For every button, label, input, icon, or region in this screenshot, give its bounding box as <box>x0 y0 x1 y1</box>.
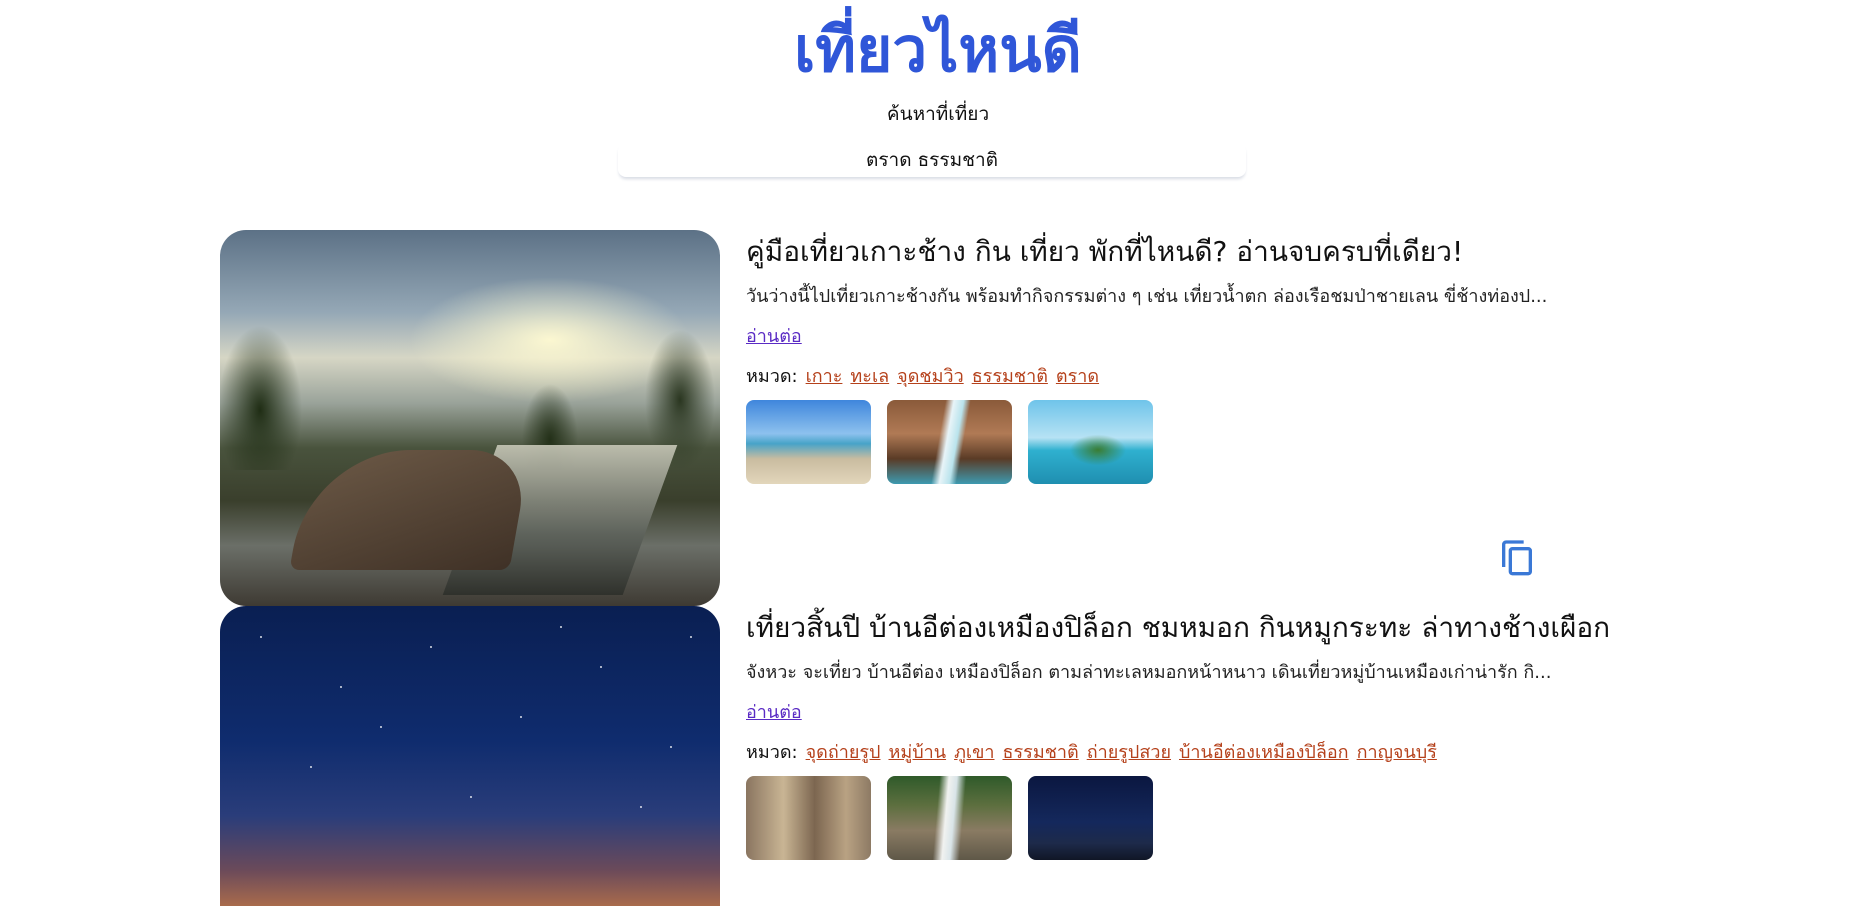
category-tag[interactable]: หมู่บ้าน <box>888 742 946 763</box>
image-star <box>560 626 562 628</box>
result-title[interactable]: คู่มือเที่ยวเกาะช้าง กิน เที่ยว พักที่ไห… <box>746 234 1463 270</box>
category-tag[interactable]: ตราด <box>1056 366 1099 387</box>
result-title[interactable]: เที่ยวสิ้นปี บ้านอีต่องเหมืองปิล็อก ชมหม… <box>746 610 1610 646</box>
result-thumbnail[interactable] <box>1028 776 1153 860</box>
copy-icon[interactable] <box>1497 533 1537 581</box>
category-tag[interactable]: ธรรมชาติ <box>1003 742 1079 763</box>
category-row: หมวด: เกาะ ทะเล จุดชมวิว ธรรมชาติ ตราด <box>746 364 1099 390</box>
image-star <box>310 766 312 768</box>
result-thumbnail[interactable] <box>887 776 1012 860</box>
image-star <box>380 726 382 728</box>
category-label: หมวด: <box>746 366 798 387</box>
read-more-link[interactable]: อ่านต่อ <box>746 324 802 350</box>
result-thumbnail[interactable] <box>1028 400 1153 484</box>
category-tag[interactable]: ถ่ายรูปสวย <box>1087 742 1171 763</box>
category-tag[interactable]: ภูเขา <box>954 742 994 763</box>
category-tag[interactable]: เกาะ <box>806 366 843 387</box>
result-description: จังหวะ จะเที่ยว บ้านอีต่อง เหมืองปิล็อก … <box>746 662 1552 683</box>
image-star <box>430 646 432 648</box>
category-tag[interactable]: ทะเล <box>850 366 889 387</box>
result-thumbnail[interactable] <box>887 400 1012 484</box>
category-tag[interactable]: ธรรมชาติ <box>972 366 1048 387</box>
result-cover-image[interactable] <box>220 230 720 606</box>
site-title: เที่ยวไหนดี <box>794 13 1082 86</box>
category-label: หมวด: <box>746 742 798 763</box>
category-tag[interactable]: บ้านอีต่องเหมืองปิล็อก <box>1179 742 1349 763</box>
read-more-link[interactable]: อ่านต่อ <box>746 700 802 726</box>
image-star <box>690 636 692 638</box>
image-star <box>600 666 602 668</box>
image-star <box>470 796 472 798</box>
category-tag[interactable]: กาญจนบุรี <box>1357 742 1437 763</box>
result-description: วันว่างนี้ไปเที่ยวเกาะช้างกัน พร้อมทำกิจ… <box>746 286 1548 307</box>
category-tag[interactable]: จุดถ่ายรูป <box>806 742 881 763</box>
result-thumbnail[interactable] <box>746 400 871 484</box>
search-input[interactable] <box>618 143 1246 177</box>
image-star <box>520 716 522 718</box>
image-star <box>260 636 262 638</box>
search-label: ค้นหาที่เที่ยว <box>886 103 990 125</box>
result-thumbnail[interactable] <box>746 776 871 860</box>
result-cover-image[interactable] <box>220 606 720 906</box>
image-star <box>670 746 672 748</box>
image-star <box>340 686 342 688</box>
category-row: หมวด: จุดถ่ายรูป หมู่บ้าน ภูเขา ธรรมชาติ ถ่าย… <box>746 740 1437 766</box>
image-star <box>640 806 642 808</box>
image-scenery <box>220 290 720 470</box>
category-tag[interactable]: จุดชมวิว <box>897 366 964 387</box>
